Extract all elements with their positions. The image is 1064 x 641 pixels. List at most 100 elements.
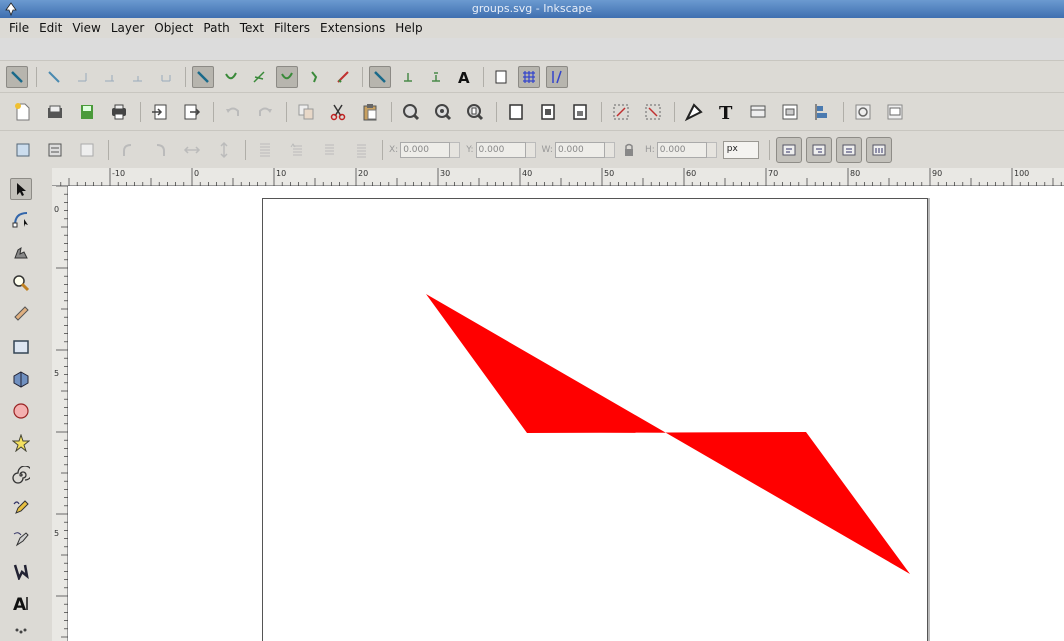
undo-button[interactable]: [220, 100, 246, 124]
h-field[interactable]: 0.000: [656, 141, 707, 158]
import-button[interactable]: [147, 100, 173, 124]
cut-button[interactable]: [325, 100, 351, 124]
document-properties-button[interactable]: [882, 100, 908, 124]
zoom-selection-button[interactable]: [398, 100, 424, 124]
zoom-tool[interactable]: [10, 272, 32, 294]
zoom-drawing-button[interactable]: [430, 100, 456, 124]
h-spinbox[interactable]: H: 0.000: [645, 141, 717, 158]
snap-bbox-center-button[interactable]: [155, 66, 177, 88]
y-spin-arrows[interactable]: [525, 141, 536, 158]
menu-filters[interactable]: Filters: [269, 21, 315, 35]
scale-radius-toggle[interactable]: [805, 136, 832, 163]
h-spin-arrows[interactable]: [706, 141, 717, 158]
unlink-clone-button[interactable]: [567, 100, 593, 124]
duplicate-button[interactable]: [503, 100, 529, 124]
save-button[interactable]: [74, 100, 100, 124]
ellipse-tool[interactable]: [10, 400, 32, 422]
snap-bbox-midpoint-button[interactable]: [127, 66, 149, 88]
rectangle-tool[interactable]: [10, 336, 32, 358]
print-button[interactable]: [106, 100, 132, 124]
w-spin-arrows[interactable]: [604, 141, 615, 158]
tweak-tool[interactable]: [10, 240, 32, 262]
menu-layer[interactable]: Layer: [106, 21, 149, 35]
preferences-button[interactable]: [850, 100, 876, 124]
menu-extensions[interactable]: Extensions: [315, 21, 390, 35]
rotate-ccw-button[interactable]: [115, 138, 141, 162]
w-field[interactable]: 0.000: [554, 141, 605, 158]
select-all-layers-button[interactable]: [42, 138, 68, 162]
scale-stroke-toggle[interactable]: [775, 136, 802, 163]
transform-gradient-toggle[interactable]: [835, 136, 862, 163]
x-spin-arrows[interactable]: [450, 141, 461, 158]
lower-to-bottom-button[interactable]: [348, 138, 374, 162]
snap-bbox-corner-button[interactable]: [99, 66, 121, 88]
measure-tool[interactable]: [10, 302, 32, 324]
3d-box-tool[interactable]: [10, 368, 32, 390]
fill-stroke-button[interactable]: [681, 100, 707, 124]
y-field[interactable]: 0.000: [475, 141, 526, 158]
zoom-page-button[interactable]: [462, 100, 488, 124]
snap-object-centers-button[interactable]: [397, 66, 419, 88]
snap-nodes-button[interactable]: [192, 65, 214, 88]
node-tool[interactable]: [10, 208, 32, 230]
vertical-ruler[interactable]: 0 5 5: [52, 185, 68, 641]
flip-horizontal-button[interactable]: [179, 138, 205, 162]
snap-guides-button[interactable]: [546, 65, 568, 88]
menu-help[interactable]: Help: [390, 21, 427, 35]
snap-cusp-nodes-button[interactable]: [276, 65, 298, 88]
menu-edit[interactable]: Edit: [34, 21, 67, 35]
xml-editor-button[interactable]: [745, 100, 771, 124]
export-button[interactable]: [179, 100, 205, 124]
x-spinbox[interactable]: X: 0.000: [389, 141, 461, 158]
object-properties-button[interactable]: [777, 100, 803, 124]
menu-object[interactable]: Object: [149, 21, 198, 35]
menu-text[interactable]: Text: [235, 21, 269, 35]
copy-button[interactable]: [293, 100, 319, 124]
snap-midpoints-button[interactable]: [332, 66, 354, 88]
new-document-button[interactable]: [10, 100, 36, 124]
snap-paths-button[interactable]: [220, 66, 242, 88]
menu-path[interactable]: Path: [198, 21, 234, 35]
y-spinbox[interactable]: Y: 0.000: [466, 141, 536, 158]
rotate-cw-button[interactable]: [147, 138, 173, 162]
red-parallelogram-shape[interactable]: [426, 294, 910, 574]
selector-tool[interactable]: [10, 178, 32, 200]
deselect-button[interactable]: [74, 138, 100, 162]
align-distribute-button[interactable]: [809, 100, 835, 124]
flip-vertical-button[interactable]: [211, 138, 237, 162]
transform-pattern-toggle[interactable]: [865, 136, 892, 163]
snap-intersections-button[interactable]: [248, 66, 270, 88]
pen-tool[interactable]: [10, 528, 32, 550]
group-button[interactable]: [608, 100, 634, 124]
snap-bbox-button[interactable]: [43, 66, 65, 88]
snap-text-baseline-button[interactable]: A: [453, 66, 475, 88]
raise-to-top-button[interactable]: [252, 138, 278, 162]
snap-grids-button[interactable]: [518, 65, 540, 88]
open-button[interactable]: [42, 100, 68, 124]
calligraphy-tool[interactable]: [10, 560, 32, 582]
snap-page-border-button[interactable]: [490, 66, 512, 88]
drawing-canvas[interactable]: [68, 186, 1064, 641]
paste-button[interactable]: [357, 100, 383, 124]
snap-enable-button[interactable]: [6, 65, 28, 88]
snap-others-button[interactable]: [369, 65, 391, 88]
horizontal-ruler[interactable]: 0102030405060708090100110-20-10: [30, 168, 1064, 186]
text-tool[interactable]: A: [10, 592, 32, 614]
menu-file[interactable]: File: [4, 21, 34, 35]
pencil-tool[interactable]: [10, 496, 32, 518]
ungroup-button[interactable]: [640, 100, 666, 124]
w-spinbox[interactable]: W: 0.000: [542, 141, 615, 158]
spiral-tool[interactable]: [10, 464, 32, 486]
text-font-button[interactable]: T: [713, 100, 739, 124]
snap-rotation-centers-button[interactable]: [425, 66, 447, 88]
menu-view[interactable]: View: [67, 21, 105, 35]
raise-button[interactable]: [284, 138, 310, 162]
lower-button[interactable]: [316, 138, 342, 162]
star-tool[interactable]: [10, 432, 32, 454]
redo-button[interactable]: [252, 100, 278, 124]
clone-button[interactable]: [535, 100, 561, 124]
select-all-button[interactable]: [10, 138, 36, 162]
lock-ratio-button[interactable]: [621, 139, 637, 161]
x-field[interactable]: 0.000: [400, 141, 451, 158]
snap-smooth-nodes-button[interactable]: [304, 66, 326, 88]
